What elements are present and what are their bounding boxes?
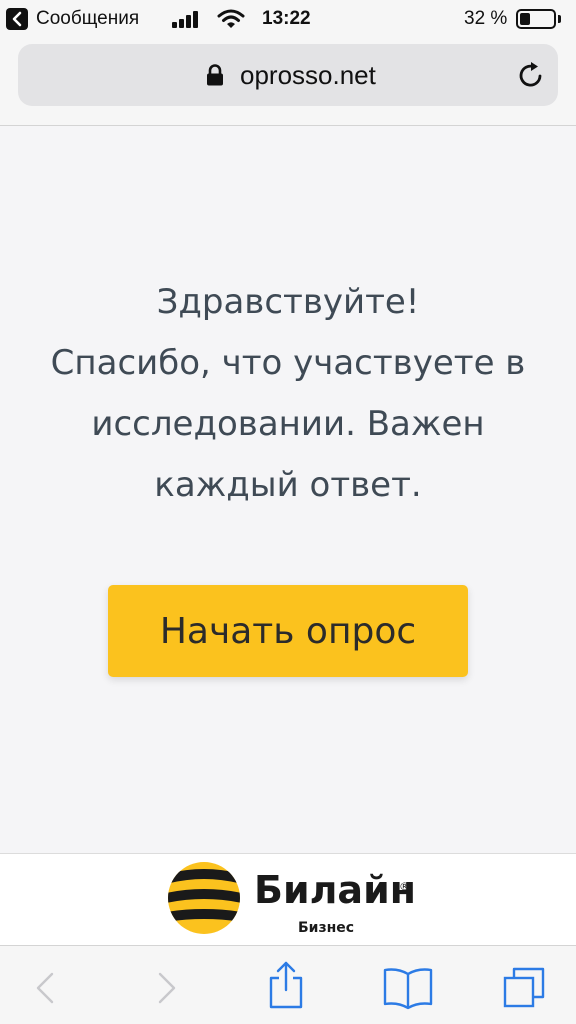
bookmarks-icon[interactable] bbox=[380, 966, 436, 1010]
back-icon[interactable] bbox=[26, 966, 70, 1010]
registered-mark: ® bbox=[399, 880, 410, 893]
greeting-line: Здравствуйте! bbox=[156, 282, 420, 322]
footer: Билайн ® Бизнес bbox=[0, 853, 576, 945]
tabs-icon[interactable] bbox=[502, 966, 546, 1010]
browser-header: oprosso.net bbox=[0, 38, 576, 126]
battery-percent: 32 % bbox=[464, 8, 508, 29]
status-bar: Сообщения 13:22 32 % bbox=[0, 0, 576, 38]
brand-name: Билайн bbox=[254, 868, 416, 912]
url-text[interactable]: oprosso.net bbox=[240, 60, 376, 91]
start-survey-button[interactable]: Начать опрос bbox=[108, 585, 468, 677]
battery-tip bbox=[558, 15, 561, 23]
wifi-icon bbox=[217, 9, 245, 28]
brand-sub: Бизнес bbox=[298, 920, 355, 936]
greeting-line: каждый ответ. bbox=[154, 465, 422, 505]
battery-icon bbox=[516, 9, 556, 29]
lock-icon bbox=[207, 64, 223, 86]
greeting-line: Спасибо, что участвуете в bbox=[50, 343, 526, 383]
beeline-logo-icon bbox=[168, 862, 240, 934]
back-to-app-icon[interactable] bbox=[6, 8, 28, 30]
reload-icon[interactable] bbox=[516, 60, 546, 90]
back-app-label[interactable]: Сообщения bbox=[36, 8, 139, 30]
browser-toolbar bbox=[0, 945, 576, 1024]
forward-icon[interactable] bbox=[142, 966, 186, 1010]
greeting-text: Здравствуйте! Спасибо, что участвуете в … bbox=[20, 272, 556, 516]
page-content: Здравствуйте! Спасибо, что участвуете в … bbox=[0, 127, 576, 853]
address-bar[interactable]: oprosso.net bbox=[18, 44, 558, 106]
greeting-line: исследовании. Важен bbox=[91, 404, 485, 444]
share-icon[interactable] bbox=[264, 960, 308, 1010]
status-time: 13:22 bbox=[262, 8, 311, 29]
signal-icon bbox=[172, 10, 204, 28]
